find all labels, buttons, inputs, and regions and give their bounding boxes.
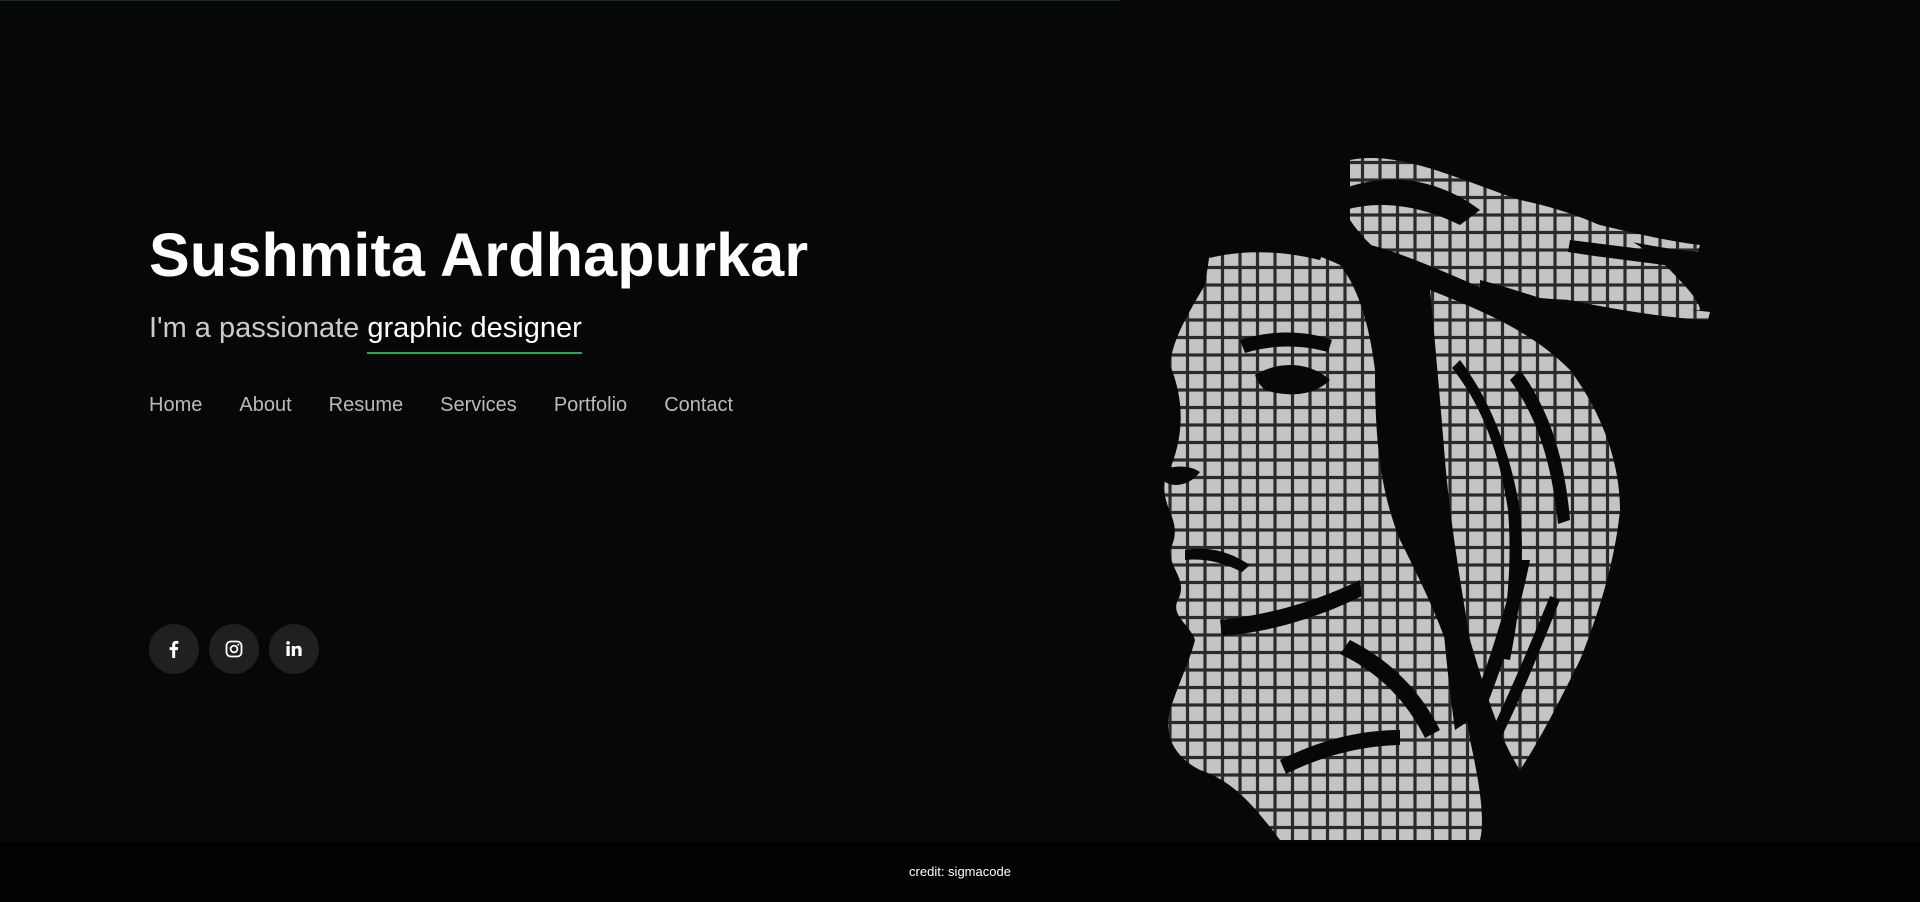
hero-subtitle-prefix: I'm a passionate: [149, 312, 360, 344]
facebook-button[interactable]: [149, 624, 199, 674]
instagram-icon: [225, 640, 243, 658]
hero-name: Sushmita Ardhapurkar: [149, 221, 809, 289]
facebook-icon: [169, 640, 179, 658]
hero-section: Sushmita Ardhapurkar I'm a passionate gr…: [0, 0, 1920, 842]
linkedin-button[interactable]: [269, 624, 319, 674]
nav-contact[interactable]: Contact: [664, 394, 733, 417]
nav-home[interactable]: Home: [149, 394, 202, 417]
hero-subtitle: I'm a passionate graphic designer: [149, 312, 582, 354]
footer: credit: sigmacode: [0, 842, 1920, 902]
nav-portfolio[interactable]: Portfolio: [554, 394, 627, 417]
main-nav: Home About Resume Services Portfolio Con…: [149, 394, 770, 417]
page: Sushmita Ardhapurkar I'm a passionate gr…: [0, 0, 1920, 902]
footer-credit: credit: sigmacode: [909, 864, 1011, 879]
social-links: [149, 624, 329, 674]
nav-services[interactable]: Services: [440, 394, 517, 417]
nav-resume[interactable]: Resume: [329, 394, 403, 417]
linkedin-icon: [286, 641, 302, 656]
instagram-button[interactable]: [209, 624, 259, 674]
typed-role-text: graphic designer: [367, 312, 582, 354]
nav-about[interactable]: About: [239, 394, 291, 417]
woman-profile-grid-portrait: [1162, 71, 1710, 840]
